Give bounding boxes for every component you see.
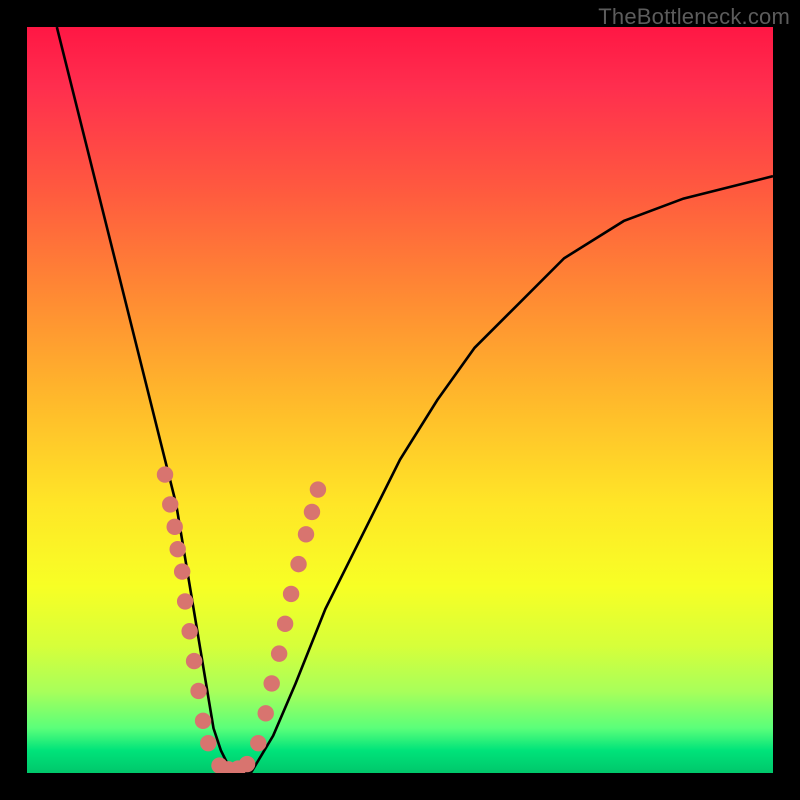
highlight-dots [157, 466, 326, 773]
highlight-dot [250, 735, 266, 751]
highlight-dot [167, 519, 183, 535]
highlight-dot [271, 645, 287, 661]
highlight-dot [162, 496, 178, 512]
highlight-dot [263, 675, 279, 691]
bottleneck-curve [57, 27, 773, 773]
highlight-dot [200, 735, 216, 751]
highlight-dot [157, 466, 173, 482]
chart-frame: TheBottleneck.com [0, 0, 800, 800]
highlight-dot [290, 556, 306, 572]
highlight-dot [169, 541, 185, 557]
highlight-dot [310, 481, 326, 497]
chart-plot-area [27, 27, 773, 773]
highlight-dot [239, 756, 255, 772]
highlight-dot [174, 563, 190, 579]
highlight-dot [177, 593, 193, 609]
watermark-text: TheBottleneck.com [598, 4, 790, 30]
highlight-dot [186, 653, 202, 669]
highlight-dot [298, 526, 314, 542]
highlight-dot [195, 713, 211, 729]
highlight-dot [181, 623, 197, 639]
highlight-dot [258, 705, 274, 721]
highlight-dot [283, 586, 299, 602]
highlight-dot [277, 616, 293, 632]
chart-svg [27, 27, 773, 773]
highlight-dot [190, 683, 206, 699]
highlight-dot [304, 504, 320, 520]
